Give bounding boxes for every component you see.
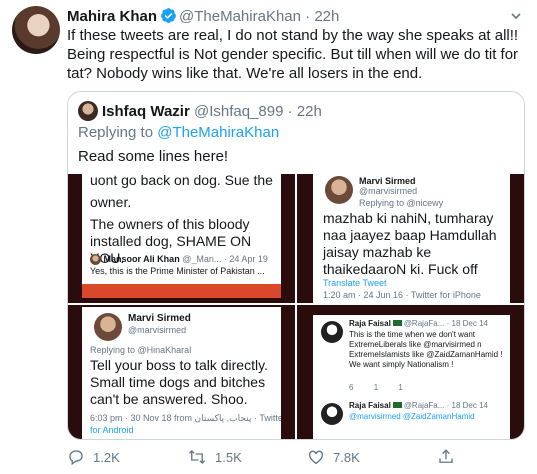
img4-sep-2: · xyxy=(446,401,450,410)
img3-avatar xyxy=(94,313,122,341)
quote-avatar xyxy=(78,101,98,121)
img2-text: mazhab ki nahiN, tumharay naa jaayez baa… xyxy=(323,210,497,277)
img4-name: Raja Faisal xyxy=(349,319,391,328)
retweet-count: 1.5K xyxy=(215,449,242,465)
quote-text: Read some lines here! xyxy=(78,148,229,165)
reply-button[interactable]: 1.2K xyxy=(67,448,120,466)
like-button[interactable]: 7.8K xyxy=(307,448,360,466)
pakistan-flag-icon xyxy=(392,320,402,326)
reply-count: 1.2K xyxy=(93,449,120,465)
img1-sub: Yes, this is the Prime Minister of Pakis… xyxy=(90,266,265,276)
media-image-4[interactable]: Raja Faisal @RajaFa... · 18 Dec 14 This i… xyxy=(297,305,524,439)
img4-body-2: @marvisirmed @ZaidZamanHamid xyxy=(349,412,475,421)
like-count: 7.8K xyxy=(333,449,360,465)
img3-text: Tell your boss to talk directly. Small t… xyxy=(90,357,268,407)
tweet-text: If these tweets are real, I do not stand… xyxy=(67,27,519,82)
screenshot-3: Marvi Sirmed @marvisirmed Replying to @H… xyxy=(82,307,281,439)
tweet-time[interactable]: 22h xyxy=(314,8,339,25)
img4-actions: 6 1 1 xyxy=(349,383,421,392)
img4-header: Raja Faisal @RajaFa... · 18 Dec 14 xyxy=(349,319,488,328)
quote-separator: · xyxy=(287,103,293,120)
img2-meta: 1:20 am · 24 Jun 16 · Twitter for iPhone xyxy=(323,290,481,300)
like-icon xyxy=(307,448,325,466)
media-grid: uont go back on dog. Sue the owner. The … xyxy=(68,174,524,439)
img4-handle: @RajaFa... xyxy=(403,319,445,328)
retweet-icon xyxy=(187,448,207,466)
tweet-actions: 1.2K 1.5K 7.8K xyxy=(67,448,525,468)
img1-meta-date: 24 Apr 19 xyxy=(229,254,268,264)
screenshot-2: Marvi Sirmed @marvisirmed Replying to @n… xyxy=(313,174,510,303)
img1-red-bar xyxy=(82,284,281,298)
quote-time: 22h xyxy=(296,103,322,120)
quote-replying-to: Replying to @TheMahiraKhan xyxy=(78,124,279,141)
caret-down-icon[interactable] xyxy=(509,9,523,26)
img4-body: This is the time when we don't want Extr… xyxy=(349,330,503,369)
screenshot-4: Raja Faisal @RajaFa... · 18 Dec 14 This i… xyxy=(313,315,510,439)
replying-prefix: Replying to xyxy=(78,124,154,141)
pakistan-flag-icon xyxy=(392,402,402,408)
img3-name: Marvi Sirmed xyxy=(128,313,191,324)
screenshot-1: uont go back on dog. Sue the owner. The … xyxy=(82,174,281,298)
img3-android: for Android xyxy=(90,425,134,435)
img2-reply: Replying to @nicewy xyxy=(359,198,444,208)
share-button[interactable] xyxy=(437,448,455,466)
img2-avatar xyxy=(325,176,353,204)
img4-avatar-2 xyxy=(321,403,343,425)
tweet[interactable]: Mahira Khan @TheMahiraKhan · 22h If these… xyxy=(0,0,537,474)
img4-date: 18 Dec 14 xyxy=(451,319,488,328)
img4-sep: · xyxy=(446,319,450,328)
img4-like-count: 1 xyxy=(398,383,403,392)
img4-header-2: Raja Faisal @RajaFa... · 18 Dec 14 xyxy=(349,401,488,410)
media-image-2[interactable]: Marvi Sirmed @marvisirmed Replying to @n… xyxy=(297,174,524,303)
author-name[interactable]: Mahira Khan xyxy=(67,8,157,25)
quote-author-name: Ishfaq Wazir xyxy=(102,103,190,120)
img1-avatar xyxy=(90,254,101,266)
img4-reply-count: 6 xyxy=(349,383,354,392)
img1-meta-sep: · xyxy=(223,254,227,264)
img3-reply: Replying to @HinaKharal xyxy=(90,345,192,355)
header-separator: · xyxy=(305,8,311,25)
retweet-button[interactable]: 1.5K xyxy=(187,448,242,466)
img1-line2: owner. xyxy=(90,194,132,210)
quote-header: Ishfaq Wazir @Ishfaq_899 · 22h xyxy=(78,101,322,121)
reply-icon xyxy=(67,448,85,466)
img2-name: Marvi Sirmed xyxy=(359,176,416,186)
replying-to-link[interactable]: @TheMahiraKhan xyxy=(157,124,279,141)
img1-meta-name: Mansoor Ali Khan xyxy=(103,254,180,264)
img1-meta: Mansoor Ali Khan @_Man... · 24 Apr 19 xyxy=(90,254,268,266)
media-image-1[interactable]: uont go back on dog. Sue the owner. The … xyxy=(68,174,295,303)
img2-translate: Translate Tweet xyxy=(323,278,387,288)
img4-handle-2: @RajaFa... xyxy=(403,401,445,410)
img1-line1: uont go back on dog. Sue the xyxy=(90,174,273,188)
author-avatar[interactable] xyxy=(12,6,60,54)
img4-date-2: 18 Dec 14 xyxy=(451,401,488,410)
img4-rt-count: 1 xyxy=(373,383,379,392)
author-handle[interactable]: @TheMahiraKhan xyxy=(179,8,301,25)
img1-meta-handle: @_Man... xyxy=(182,254,222,264)
quote-author-handle: @Ishfaq_899 xyxy=(193,103,284,120)
img2-handle: @marvisirmed xyxy=(359,186,418,196)
quoted-tweet[interactable]: Ishfaq Wazir @Ishfaq_899 · 22h Replying … xyxy=(67,91,525,440)
media-image-3[interactable]: Marvi Sirmed @marvisirmed Replying to @H… xyxy=(68,305,295,439)
verified-badge-icon xyxy=(160,7,177,28)
img4-name-2: Raja Faisal xyxy=(349,401,391,410)
img3-handle: @marvisirmed xyxy=(128,325,187,335)
share-icon xyxy=(437,448,455,466)
tweet-header: Mahira Khan @TheMahiraKhan · 22h xyxy=(67,7,507,27)
img4-avatar xyxy=(321,321,343,343)
img3-meta: 6:03 pm · 30 Nov 18 from پنجاب, پاکستان … xyxy=(90,413,281,423)
